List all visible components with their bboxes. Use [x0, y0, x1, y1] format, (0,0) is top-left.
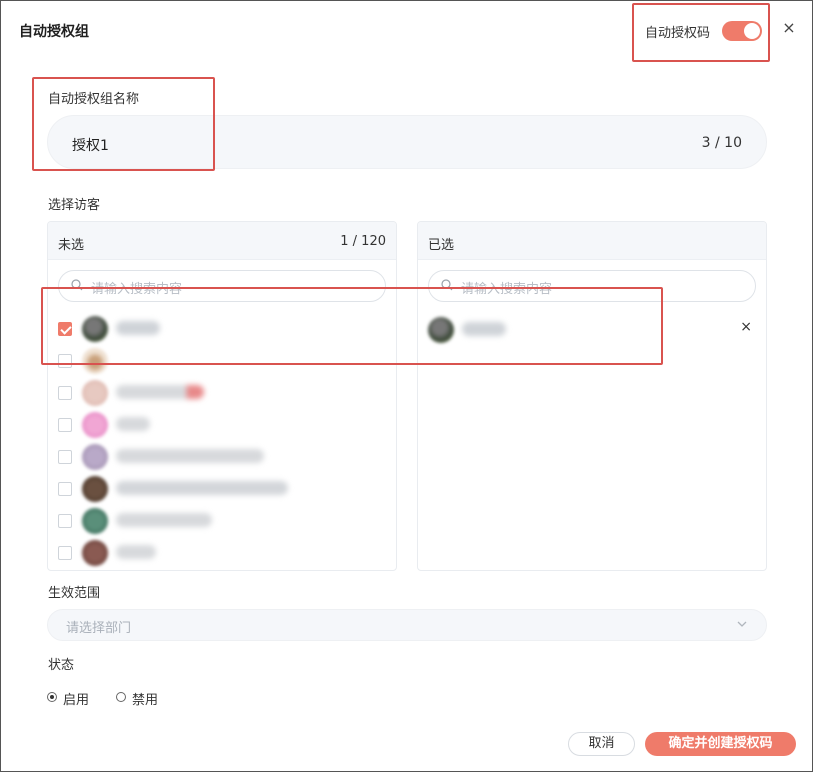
status-disable-label: 禁用: [132, 693, 159, 708]
selected-search-placeholder: 请输入搜索内容: [461, 282, 553, 297]
avatar: [428, 317, 454, 343]
close-icon[interactable]: ×: [781, 18, 797, 38]
blurred-name: [116, 417, 150, 431]
search-icon: [441, 279, 453, 291]
checkbox[interactable]: [58, 514, 72, 528]
unselected-panel: 未选 1 / 120 请输入搜索内容: [47, 221, 397, 571]
selected-list-item: ×: [428, 317, 758, 345]
auto-code-toggle[interactable]: [722, 21, 762, 41]
avatar: [82, 476, 108, 502]
checkbox[interactable]: [58, 450, 72, 464]
list-item[interactable]: [58, 316, 388, 344]
auto-auth-group-dialog: 自动授权组 自动授权码 × 自动授权组名称 授权1 3 / 10 选择访客 未选…: [0, 0, 813, 772]
avatar: [82, 508, 108, 534]
selected-panel-header: 已选: [418, 222, 766, 260]
group-name-label: 自动授权组名称: [48, 92, 140, 107]
chevron-down-icon: [737, 621, 747, 627]
blurred-name: [116, 449, 264, 463]
unselected-panel-header: 未选 1 / 120: [48, 222, 396, 260]
select-visitors-label: 选择访客: [48, 198, 101, 213]
list-item[interactable]: [58, 508, 388, 536]
department-placeholder: 请选择部门: [66, 621, 132, 636]
avatar: [82, 412, 108, 438]
checkbox[interactable]: [58, 482, 72, 496]
checkbox[interactable]: [58, 386, 72, 400]
list-item[interactable]: [58, 412, 388, 440]
checkbox[interactable]: [58, 418, 72, 432]
checkbox[interactable]: [58, 354, 72, 368]
close-icon[interactable]: ×: [740, 319, 752, 335]
radio-dot: [116, 692, 126, 702]
unselected-count: 1 / 120: [340, 234, 386, 249]
avatar: [82, 380, 108, 406]
status-label: 状态: [48, 658, 75, 673]
toggle-knob: [744, 23, 760, 39]
list-item[interactable]: [58, 476, 388, 504]
avatar: [82, 316, 108, 342]
selected-panel: 已选 请输入搜索内容 ×: [417, 221, 767, 571]
avatar: [82, 540, 108, 566]
status-enable-label: 启用: [63, 693, 90, 708]
search-icon: [71, 279, 83, 291]
radio-dot: [47, 692, 57, 702]
blurred-name: [462, 322, 506, 336]
blurred-name: [116, 321, 160, 335]
scope-label: 生效范围: [48, 586, 101, 601]
list-item[interactable]: [58, 540, 388, 568]
unselected-search-input[interactable]: 请输入搜索内容: [58, 270, 386, 302]
dialog-title: 自动授权组: [19, 24, 89, 40]
confirm-create-button[interactable]: 确定并创建授权码: [645, 732, 796, 756]
list-item[interactable]: [58, 348, 388, 376]
list-item[interactable]: [58, 444, 388, 472]
checkbox[interactable]: [58, 322, 72, 336]
cancel-button[interactable]: 取消: [568, 732, 635, 756]
blurred-name: [116, 513, 212, 527]
group-name-counter: 3 / 10: [701, 135, 742, 151]
department-select[interactable]: 请选择部门: [47, 609, 767, 641]
unselected-title: 未选: [58, 238, 85, 253]
avatar: [82, 348, 108, 374]
avatar: [82, 444, 108, 470]
group-name-value: 授权1: [72, 138, 109, 154]
checkbox[interactable]: [58, 546, 72, 560]
auto-code-label: 自动授权码: [645, 26, 711, 41]
blurred-name: [116, 545, 156, 559]
unselected-search-placeholder: 请输入搜索内容: [91, 282, 183, 297]
list-item[interactable]: [58, 380, 388, 408]
selected-title: 已选: [428, 238, 455, 253]
blurred-name: [116, 385, 204, 399]
group-name-input[interactable]: 授权1 3 / 10: [47, 115, 767, 169]
blurred-name: [116, 481, 288, 495]
selected-search-input[interactable]: 请输入搜索内容: [428, 270, 756, 302]
